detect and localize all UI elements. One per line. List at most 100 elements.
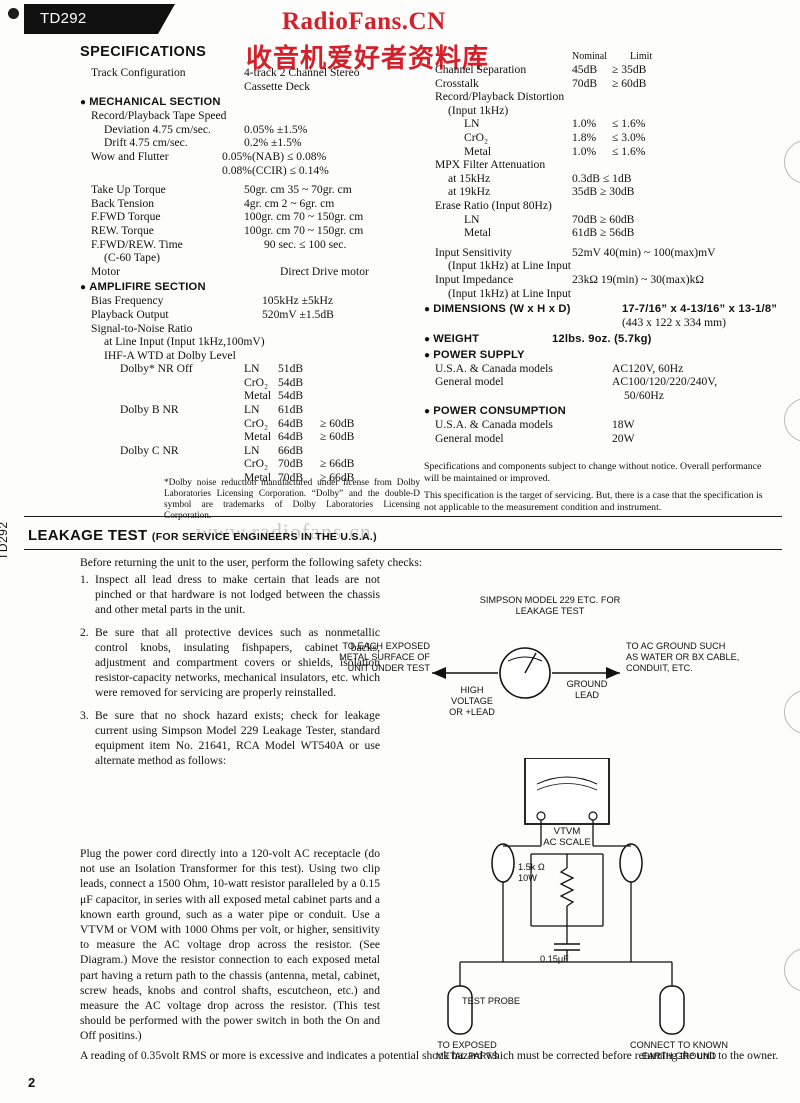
spec-value: 1.8%	[572, 130, 597, 144]
specifications-heading: SPECIFICATIONS	[80, 44, 207, 60]
spec-value: 70dB	[278, 457, 304, 471]
spec-section-heading: ● POWER SUPPLY	[424, 346, 780, 362]
header-limit: Limit	[630, 51, 653, 62]
spec-value: 23kΩ 19(min) ~ 30(max)kΩ	[572, 272, 705, 286]
specifications-left-column: Track Configuration 4-track 2 Channel Ste…	[80, 66, 420, 485]
spec-label: Deviation 4.75 cm/sec.	[104, 122, 211, 136]
spec-label: (C-60 Tape)	[104, 251, 160, 265]
spec-label: Record/Playback Distortion	[435, 90, 565, 104]
spec-row: Dolby C NR LN 66dB	[80, 444, 420, 458]
spec-row: Playback Output 520mV ±1.5dB	[80, 308, 420, 322]
spec-row: Input Sensitivity 52mV 40(min) ~ 100(max)…	[424, 246, 780, 260]
spec-row: 0.08%(CCIR) ≤ 0.14%	[80, 164, 420, 178]
spec-section-label: WEIGHT	[433, 332, 480, 345]
spec-value: 100gr. cm 70 ~ 150gr. cm	[244, 210, 364, 224]
spec-row: Record/Playback Tape Speed	[80, 109, 420, 123]
spec-label: Drift 4.75 cm/sec.	[104, 136, 188, 150]
leakage-circuit-diagram: VTVM AC SCALE 1.5k Ω 10W 0.15μF TEST PRO…	[400, 758, 780, 1061]
spec-value: Cassette Deck	[244, 79, 310, 93]
spec-row: Wow and Flutter 0.05%(NAB) ≤ 0.08%	[80, 150, 420, 164]
spec-row: (C-60 Tape)	[80, 251, 420, 265]
spec-value: 50gr. cm 35 ~ 70gr. cm	[244, 183, 352, 197]
diagram-top-ground-label: GROUND LEAD	[566, 679, 608, 700]
spec-row: Deviation 4.75 cm/sec. 0.05% ±1.5%	[80, 123, 420, 137]
spec-note-subject-to-change: Specifications and components subject to…	[424, 461, 762, 484]
leakage-test-title: LEAKAGE TEST	[28, 527, 148, 544]
spec-row: 50/60Hz	[424, 389, 780, 403]
leakage-intro: Before returning the unit to the user, p…	[80, 556, 423, 569]
spec-label: (Input 1kHz) at Line Input	[448, 259, 571, 273]
spec-row: Metal 61dB ≥ 56dB	[424, 226, 780, 240]
spec-row: Dolby* NR Off LN 51dB	[80, 362, 420, 376]
spec-label: Wow and Flutter	[91, 149, 169, 163]
spec-row: Back Tension 4gr. cm 2 ~ 6gr. cm	[80, 197, 420, 211]
spec-row: at Line Input (Input 1kHz,100mV)	[80, 335, 420, 349]
spec-row: (Input 1kHz) at Line Input	[424, 287, 780, 301]
spec-row: Signal-to-Noise Ratio	[80, 322, 420, 336]
spec-row: Metal 54dB	[80, 389, 420, 403]
spec-value: 0.3dB ≤ 1dB	[572, 171, 632, 185]
spec-label: Take Up Torque	[91, 183, 166, 197]
test-probe-label: TEST PROBE	[462, 996, 521, 1006]
bullet-icon: ●	[424, 333, 434, 345]
spec-row: F.FWD/REW. Time 90 sec. ≤ 100 sec.	[80, 238, 420, 252]
corner-marker-dot	[8, 8, 19, 19]
spec-value: ≤ 1.6%	[612, 144, 646, 158]
spec-value: ≥ 60dB	[320, 416, 355, 430]
resistor-label: 1.5k Ω 10W	[518, 862, 545, 883]
header-nominal: Nominal	[572, 51, 607, 62]
spec-value: AC120V, 60Hz	[612, 361, 684, 375]
spec-section-label: AMPLIFIRE SECTION	[89, 281, 206, 294]
spec-value: AC100/120/220/240V,	[612, 375, 718, 389]
spec-row: Input Impedance 23kΩ 19(min) ~ 30(max)kΩ	[424, 273, 780, 287]
spec-value: ≥ 66dB	[320, 457, 355, 471]
spec-value: 17-7/16” x 4-13/16” x 13-1/8”	[622, 303, 778, 316]
spec-label: Playback Output	[91, 307, 169, 321]
spec-row: REW. Torque 100gr. cm 70 ~ 150gr. cm	[80, 224, 420, 238]
spec-label: (Input 1kHz)	[448, 103, 509, 117]
spec-label: General model	[435, 375, 504, 389]
edge-arc-mark	[784, 140, 800, 184]
spec-row: Record/Playback Distortion	[424, 90, 780, 104]
spec-value: 54dB	[278, 389, 304, 403]
spec-value: CrO₂	[244, 375, 269, 389]
spec-value: 61dB ≥ 56dB	[572, 226, 635, 240]
spec-label: IHF-A WTD at Dolby Level	[104, 348, 236, 362]
edge-arc-mark	[784, 398, 800, 442]
spec-row: Take Up Torque 50gr. cm 35 ~ 70gr. cm	[80, 183, 420, 197]
page-number: 2	[28, 1075, 36, 1090]
spec-value: 0.2% ±1.5%	[244, 136, 302, 150]
spec-value: 64dB	[278, 430, 304, 444]
spec-label: Channel Separation	[435, 63, 527, 76]
spec-value: (443 x 122 x 334 mm)	[622, 316, 727, 330]
spec-value: 4gr. cm 2 ~ 6gr. cm	[244, 196, 335, 210]
spec-label: Dolby B NR	[120, 403, 179, 417]
spec-value: 18W	[612, 418, 635, 432]
spec-label: Record/Playback Tape Speed	[91, 109, 227, 123]
spec-row: LN 70dB ≥ 60dB	[424, 213, 780, 227]
spec-value: LN	[244, 362, 260, 376]
list-item-number: 3.	[80, 708, 89, 722]
spec-value: ≥ 60dB	[612, 76, 647, 90]
spec-value: 20W	[612, 432, 635, 446]
diagram-top-right-label: TO AC GROUND SUCH AS WATER OR BX CABLE, …	[626, 641, 740, 673]
spec-label: U.S.A. & Canada models	[435, 418, 553, 432]
spec-value: Metal	[244, 430, 272, 444]
service-manual-page: TD292 RadioFans.CN 收音机爱好者资料库 www.radiofa…	[0, 0, 800, 1103]
leakage-test-subtitle: (FOR SERVICE ENGINEERS IN THE U.S.A.)	[151, 531, 377, 543]
spec-value: Direct Drive motor	[280, 264, 369, 278]
spec-label: Back Tension	[91, 196, 155, 210]
spec-row: IHF-A WTD at Dolby Level	[80, 349, 420, 363]
spec-label: Metal	[464, 226, 492, 240]
spec-value: 1.0%	[572, 144, 597, 158]
spec-label: at Line Input (Input 1kHz,100mV)	[104, 335, 265, 349]
spec-value: 0.05% ±1.5%	[244, 122, 308, 136]
spec-value: CrO₂	[244, 457, 269, 471]
spec-row: CrO₂ 54dB	[80, 376, 420, 390]
spec-value: 100gr. cm 70 ~ 150gr. cm	[244, 223, 364, 237]
watermark-site-name: RadioFans.CN	[282, 8, 446, 35]
spec-label: Erase Ratio (Input 80Hz)	[435, 198, 552, 212]
spec-value: ≥ 60dB	[320, 430, 355, 444]
bullet-icon: ●	[424, 304, 434, 316]
section-divider	[24, 549, 782, 550]
